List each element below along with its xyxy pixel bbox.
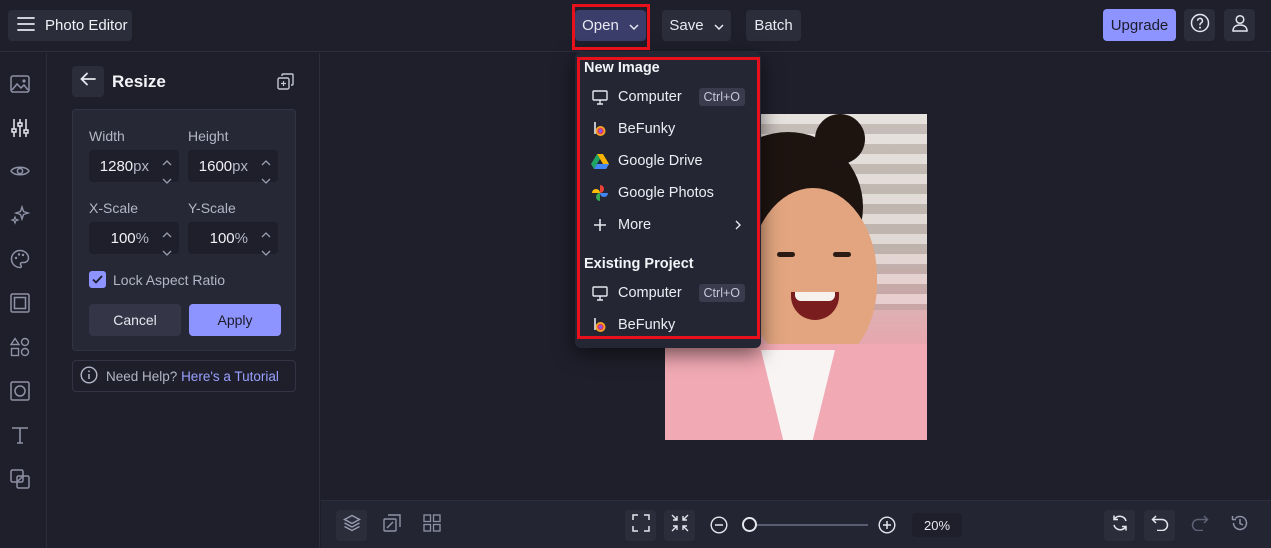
chevron-up-icon[interactable] [162,153,172,171]
frame-icon[interactable] [9,292,31,314]
history-button[interactable] [1224,510,1255,541]
xscale-field[interactable]: 100% [89,222,179,256]
chevron-down-icon[interactable] [261,171,271,189]
chevron-up-icon[interactable] [261,153,271,171]
lock-aspect-checkbox[interactable] [89,271,106,288]
bottom-toolbar: 20% [321,500,1271,548]
presets-icon[interactable] [277,73,294,95]
compress-icon [671,514,689,537]
yscale-value: 100 [209,230,235,247]
grid-button[interactable] [416,510,447,541]
account-button[interactable] [1224,9,1255,41]
height-label: Height [188,128,229,144]
save-label: Save [669,17,704,34]
image-icon[interactable] [9,73,31,95]
help-button[interactable] [1184,9,1215,41]
cancel-button[interactable]: Cancel [89,304,181,336]
redo-button[interactable] [1184,510,1215,541]
tool-sidebar [0,53,47,548]
batch-label: Batch [754,17,793,34]
width-value: 1280 [99,158,134,175]
app-menu-button[interactable]: Photo Editor [8,10,132,41]
layers-icon [342,514,361,537]
redo-icon [1191,515,1209,536]
xscale-label: X-Scale [89,200,139,216]
layers-button[interactable] [336,510,367,541]
question-circle-icon [1190,13,1210,38]
apply-button[interactable]: Apply [189,304,281,336]
arrow-left-icon [80,72,96,91]
compare-button[interactable] [376,510,407,541]
check-icon [92,271,103,289]
resize-panel: Resize Width Height 1280px 1600px X-Scal… [48,53,320,548]
upgrade-button[interactable]: Upgrade [1103,9,1176,41]
height-field[interactable]: 1600px [188,150,278,184]
yscale-field[interactable]: 100% [188,222,278,256]
height-unit: px [232,158,248,175]
hamburger-menu-icon [17,16,35,35]
grid-icon [422,514,441,537]
width-unit: px [133,158,149,175]
palette-icon[interactable] [9,248,31,270]
chevron-down-icon[interactable] [162,171,172,189]
save-button[interactable]: Save [662,10,731,41]
help-box: Need Help? Here's a Tutorial [72,360,296,392]
actual-size-button[interactable] [664,510,695,541]
zoom-in-icon[interactable] [878,516,896,539]
eye-icon[interactable] [9,160,31,182]
chevron-up-icon[interactable] [162,225,172,243]
undo-icon [1150,515,1169,536]
zoom-out-icon[interactable] [710,516,728,539]
shapes-icon[interactable] [9,336,31,358]
xscale-value: 100 [110,230,136,247]
sparkles-icon[interactable] [9,204,31,226]
replace-image-button[interactable] [1104,510,1135,541]
yscale-unit: % [234,230,248,247]
highlight-open-menu [577,57,760,339]
zoom-slider-handle[interactable] [742,517,757,532]
user-icon [1230,13,1250,38]
zoom-level[interactable]: 20% [912,513,962,537]
collage-icon[interactable] [9,468,31,490]
width-field[interactable]: 1280px [89,150,179,184]
chevron-up-icon[interactable] [261,225,271,243]
tutorial-link[interactable]: Here's a Tutorial [181,369,279,384]
expand-icon [631,514,650,537]
lock-aspect-label: Lock Aspect Ratio [113,272,226,288]
app-title: Photo Editor [45,17,128,34]
fit-screen-button[interactable] [625,510,656,541]
yscale-label: Y-Scale [188,200,236,216]
back-button[interactable] [72,66,104,97]
history-icon [1231,514,1249,537]
batch-button[interactable]: Batch [746,10,801,41]
compare-icon [382,514,401,537]
overlay-icon[interactable] [9,380,31,402]
info-icon [80,365,98,387]
help-text: Need Help? [106,368,178,384]
chevron-down-icon [714,17,724,34]
xscale-unit: % [135,230,149,247]
resize-options-card: Width Height 1280px 1600px X-Scale Y-Sca… [72,109,296,351]
refresh-icon [1111,514,1129,537]
highlight-open-button [572,4,650,50]
height-value: 1600 [198,158,233,175]
width-label: Width [89,128,125,144]
sliders-icon[interactable] [9,117,31,139]
text-icon[interactable] [9,424,31,446]
undo-button[interactable] [1144,510,1175,541]
zoom-slider[interactable] [748,524,868,526]
panel-title: Resize [112,72,166,91]
chevron-down-icon[interactable] [261,243,271,261]
chevron-down-icon[interactable] [162,243,172,261]
